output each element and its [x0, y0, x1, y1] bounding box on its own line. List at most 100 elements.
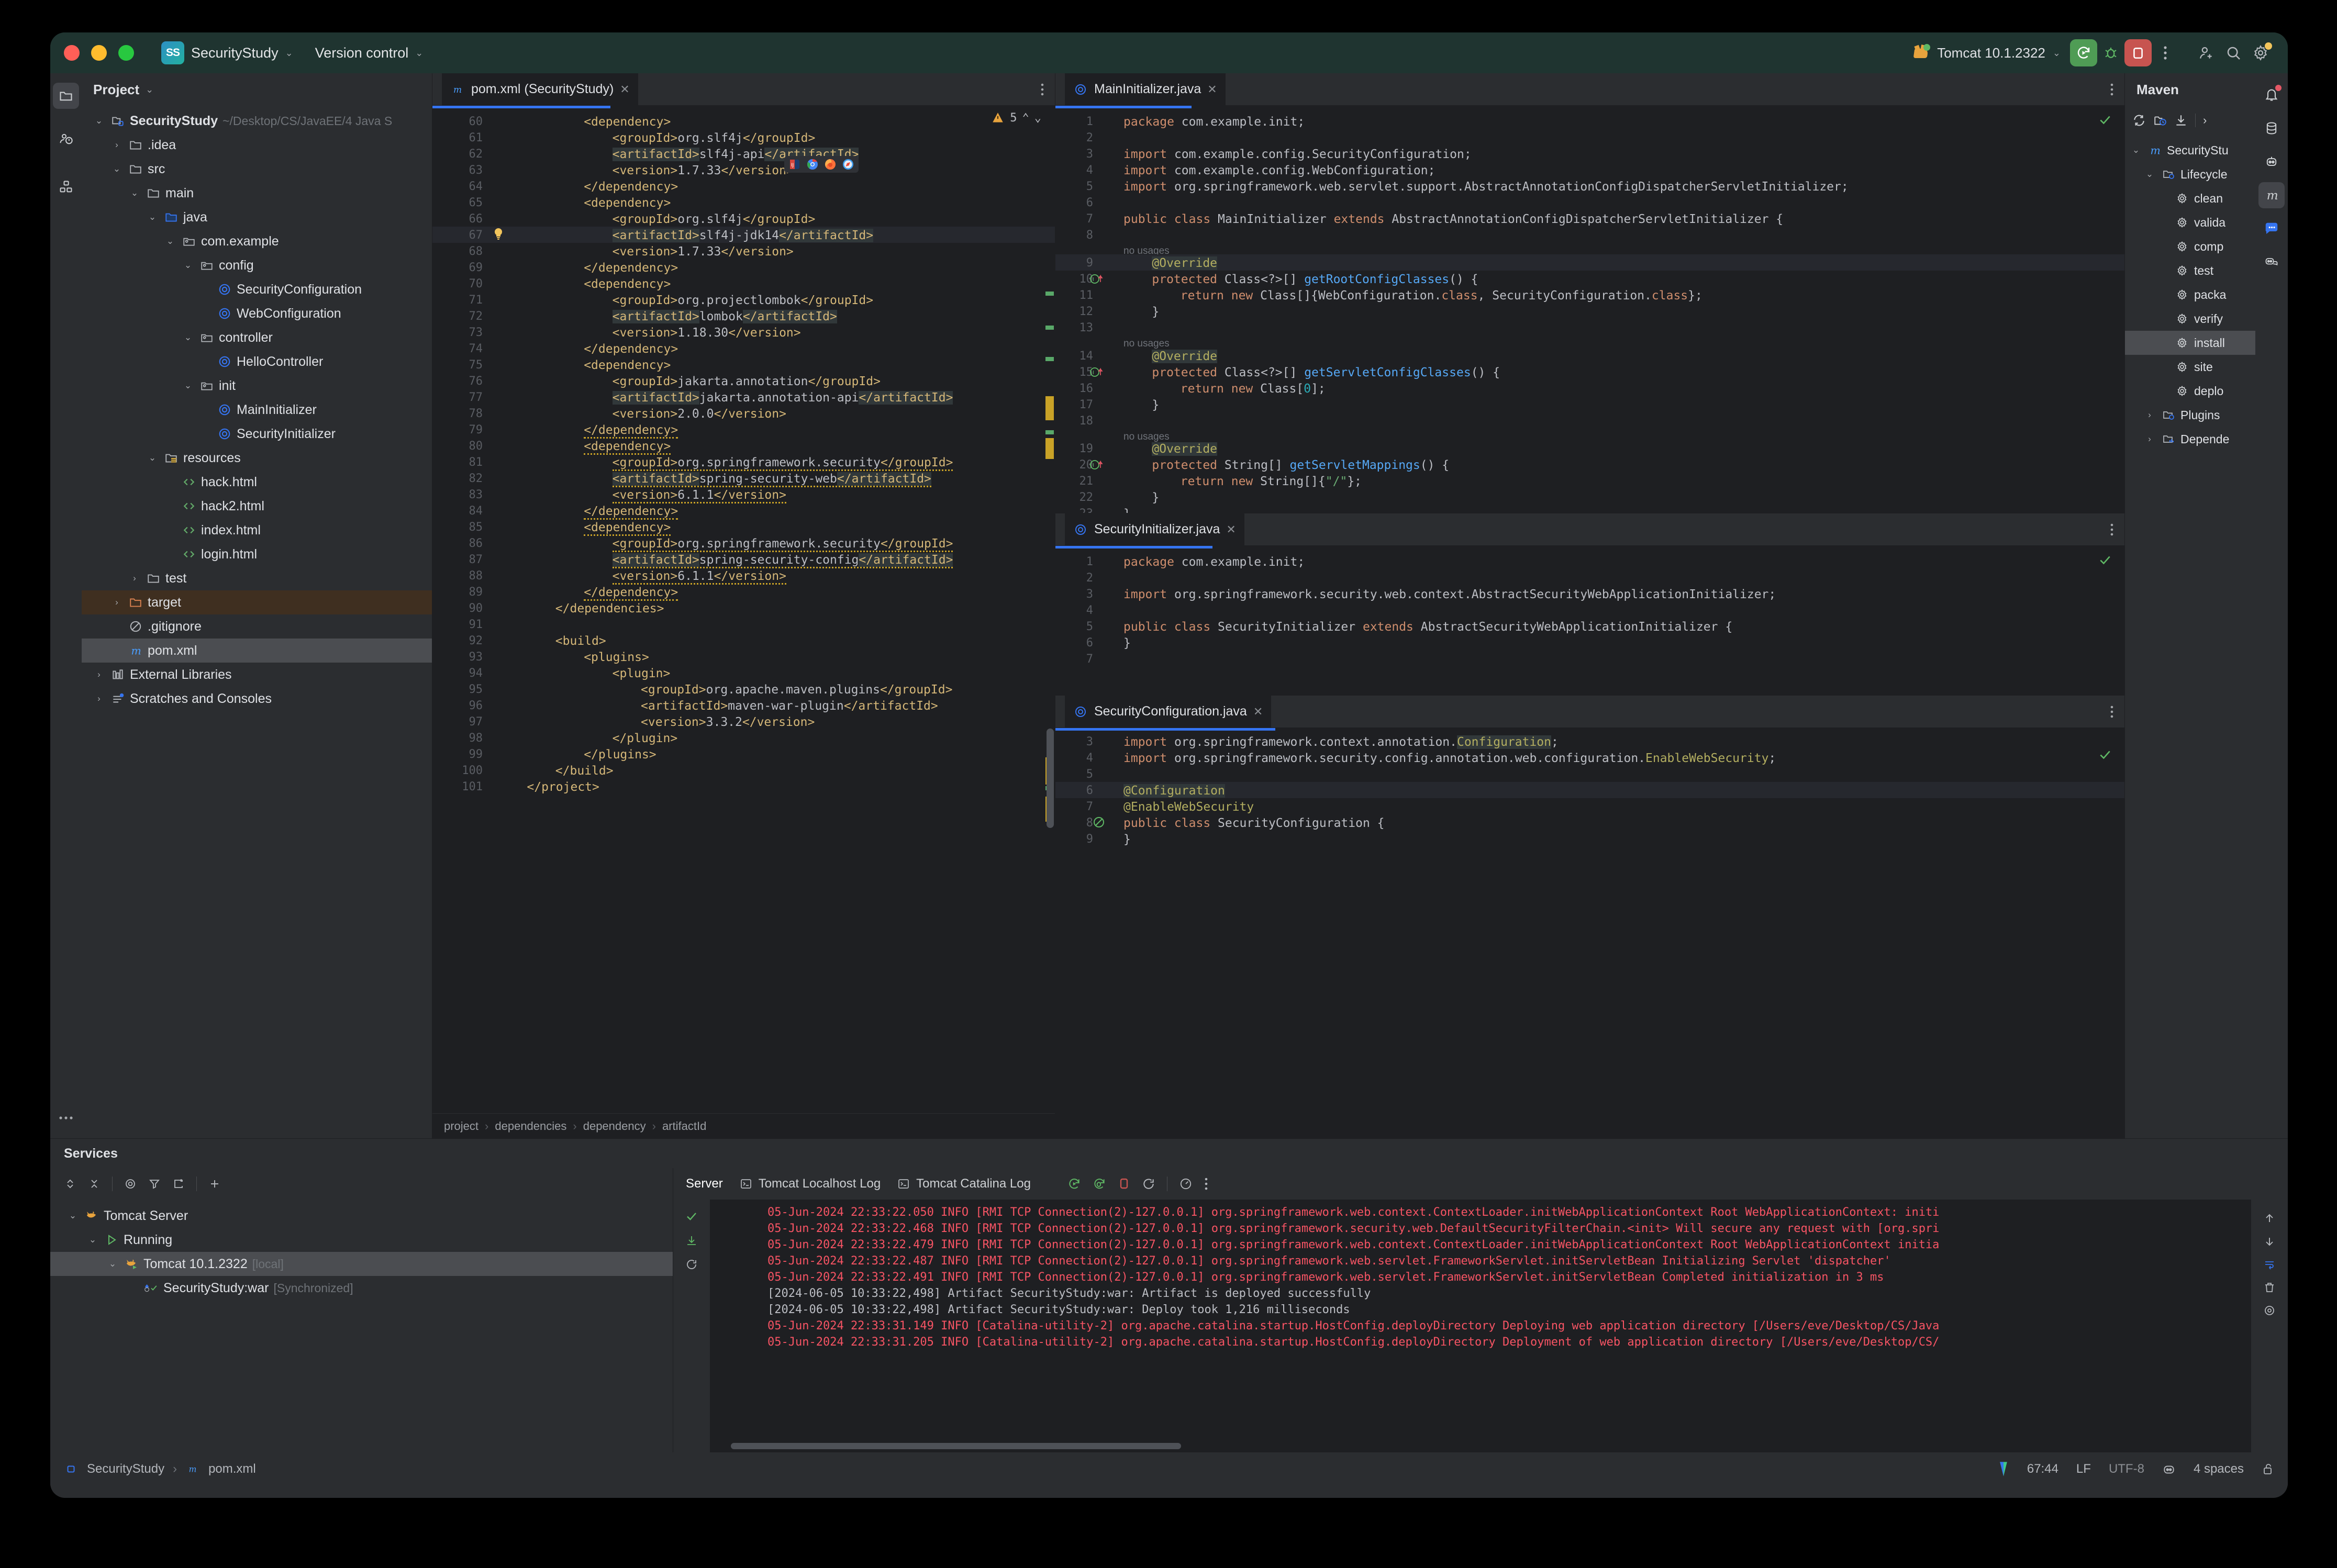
- run-configuration-selector[interactable]: Tomcat 10.1.2322 ⌄: [1913, 44, 2061, 61]
- scrollbar-marker[interactable]: [1045, 292, 1054, 296]
- code-line[interactable]: </dependency>: [584, 505, 678, 520]
- chevron-down-icon[interactable]: ⌄: [2129, 145, 2143, 155]
- tab-security-configuration[interactable]: SecurityConfiguration.java ✕: [1065, 695, 1272, 728]
- tree-item[interactable]: ⌄ main: [82, 181, 432, 205]
- reload-project-icon[interactable]: [2132, 114, 2146, 127]
- code-line[interactable]: <plugin>: [613, 667, 671, 680]
- file-encoding[interactable]: UTF-8: [2109, 1462, 2144, 1476]
- ai-assistant-icon[interactable]: [2258, 149, 2285, 175]
- security-initializer-code-editor[interactable]: 1 package com.example.init; 2 3 import org.s…: [1055, 546, 2124, 695]
- tree-item[interactable]: › Scratches and Consoles: [82, 687, 432, 711]
- chevron-down-icon[interactable]: ⌄: [66, 1211, 80, 1221]
- scroll-down-icon[interactable]: [2263, 1235, 2276, 1248]
- tree-item[interactable]: SecurityConfiguration: [82, 277, 432, 301]
- chat-bubble-icon[interactable]: [2258, 216, 2285, 242]
- code-line[interactable]: protected Class<?>[] getRootConfigClasse…: [1152, 273, 1478, 286]
- close-icon[interactable]: ✕: [1207, 83, 1217, 96]
- breadcrumb[interactable]: project › dependencies › dependency › artifact…: [432, 1113, 1055, 1138]
- chevron-down-icon[interactable]: ⌄: [92, 116, 106, 126]
- code-line[interactable]: </dependency>: [584, 261, 678, 275]
- services-tree[interactable]: ⌄ Tomcat Server ⌄ Running ⌄ Tomcat 10.1.2322 […: [50, 1200, 673, 1452]
- add-service-icon[interactable]: [208, 1178, 221, 1190]
- tree-item[interactable]: hack.html: [82, 470, 432, 494]
- code-line[interactable]: <groupId>org.slf4j</groupId>: [613, 131, 816, 145]
- more-actions-button[interactable]: [2152, 39, 2179, 66]
- tab-pom-xml[interactable]: m pom.xml (SecurityStudy) ✕: [442, 73, 638, 106]
- search-icon[interactable]: [2220, 39, 2247, 66]
- tree-item[interactable]: ⌄ init: [82, 374, 432, 398]
- pom-code-editor[interactable]: 5 ⌃ ⌄ 60 <dependency> 61 <groupId>org.slf4j…: [432, 106, 1055, 1113]
- code-line[interactable]: import org.springframework.security.web.…: [1123, 588, 1776, 601]
- code-line[interactable]: @Override: [1152, 442, 1218, 456]
- console-more-icon[interactable]: [1204, 1177, 1208, 1191]
- code-line[interactable]: <plugins>: [584, 651, 649, 664]
- project-selector[interactable]: SS SecurityStudy ⌄: [155, 38, 299, 68]
- code-line[interactable]: <groupId>org.springframework.security</g…: [612, 456, 953, 471]
- code-line[interactable]: <version>2.0.0</version>: [613, 407, 786, 421]
- project-file-tree[interactable]: ⌄ SecurityStudy ~/Desktop/CS/JavaEE/4 Java…: [82, 106, 432, 1138]
- code-line[interactable]: <version>6.1.1</version>: [612, 569, 786, 585]
- code-line[interactable]: <dependency>: [584, 196, 671, 210]
- tab-main-initializer[interactable]: MainInitializer.java ✕: [1065, 73, 1226, 106]
- maximize-window-button[interactable]: [118, 45, 134, 61]
- breadcrumb-segment[interactable]: artifactId: [662, 1119, 706, 1133]
- rail-maven-button[interactable]: m: [2258, 182, 2285, 208]
- spring-bean-gutter-icon[interactable]: [1092, 815, 1106, 829]
- editor-options-icon[interactable]: [2110, 705, 2114, 719]
- database-icon[interactable]: [2258, 115, 2285, 141]
- tree-item-selected[interactable]: m pom.xml: [82, 639, 432, 663]
- tree-item[interactable]: ⌄ SecurityStudy ~/Desktop/CS/JavaEE/4 Java…: [82, 109, 432, 133]
- console-tab[interactable]: Tomcat Catalina Log: [896, 1177, 1031, 1191]
- settings-gear-icon[interactable]: [2247, 39, 2274, 66]
- vcs-branch-icon[interactable]: [1998, 1461, 2009, 1477]
- override-gutter-icon[interactable]: I: [1089, 272, 1107, 285]
- new-tab-icon[interactable]: [172, 1178, 185, 1190]
- tree-item[interactable]: ⌄ Tomcat Server: [50, 1204, 673, 1228]
- tree-item[interactable]: ⌄ Lifecycle: [2125, 162, 2255, 186]
- tree-item[interactable]: ⌄ src: [82, 157, 432, 181]
- chevron-down-icon[interactable]: ⌄: [146, 453, 159, 463]
- code-line[interactable]: import com.example.config.SecurityConfig…: [1123, 148, 1472, 161]
- next-problem-icon[interactable]: ⌄: [1034, 111, 1041, 125]
- tree-item[interactable]: verify: [2125, 307, 2255, 331]
- ai-chat-icon[interactable]: [2258, 249, 2285, 275]
- code-line[interactable]: }: [1152, 398, 1159, 412]
- code-line[interactable]: <version>1.7.33</version>: [613, 245, 794, 259]
- maven-goal-tree[interactable]: ⌄ m SecurityStu ⌄ Lifecycle clean valida comp te…: [2125, 135, 2255, 1138]
- chevron-down-icon[interactable]: ⌄: [2143, 169, 2156, 180]
- code-line[interactable]: <groupId>jakarta.annotation</groupId>: [613, 375, 881, 388]
- intellij-browser-icon[interactable]: IJ: [789, 159, 800, 170]
- filter-icon[interactable]: [148, 1178, 161, 1190]
- tree-item-selected[interactable]: › target: [82, 590, 432, 614]
- tree-item[interactable]: WebConfiguration: [82, 301, 432, 326]
- lock-icon[interactable]: [2262, 1462, 2274, 1476]
- code-line[interactable]: <artifactId>spring-security-web</artifac…: [612, 472, 931, 487]
- close-icon[interactable]: ✕: [1253, 705, 1263, 719]
- inlay-usages-hint[interactable]: no usages: [1123, 431, 1170, 443]
- code-line[interactable]: </build>: [555, 764, 614, 778]
- tree-item[interactable]: site: [2125, 355, 2255, 379]
- scroll-up-icon[interactable]: [2263, 1212, 2276, 1225]
- version-control-menu[interactable]: Version control ⌄: [309, 42, 430, 64]
- console-tab-bar[interactable]: Server Tomcat Localhost Log Tomcat Catalin…: [673, 1168, 2288, 1200]
- inlay-usages-hint[interactable]: no usages: [1123, 338, 1170, 350]
- rerun-console-icon[interactable]: [1067, 1177, 1081, 1191]
- code-line[interactable]: protected String[] getServletMappings() …: [1152, 458, 1449, 472]
- chevron-right-icon[interactable]: ›: [110, 140, 124, 150]
- console-tab[interactable]: Tomcat Localhost Log: [739, 1177, 881, 1191]
- code-line[interactable]: <artifactId>jakarta.annotation-api</arti…: [612, 391, 953, 405]
- console-settings-icon[interactable]: [2263, 1304, 2276, 1317]
- editor-options-icon[interactable]: [2110, 523, 2114, 536]
- tree-item[interactable]: ⌄ resources: [82, 446, 432, 470]
- code-line[interactable]: <groupId>org.apache.maven.plugins</group…: [641, 683, 952, 697]
- close-icon[interactable]: ✕: [620, 83, 629, 96]
- tree-item[interactable]: hack2.html: [82, 494, 432, 518]
- restart-icon[interactable]: [685, 1258, 698, 1271]
- tree-item[interactable]: valida: [2125, 210, 2255, 234]
- tab-security-initializer[interactable]: SecurityInitializer.java ✕: [1065, 513, 1244, 546]
- close-window-button[interactable]: [64, 45, 80, 61]
- services-settings-icon[interactable]: [124, 1178, 137, 1190]
- safari-icon[interactable]: [842, 159, 854, 170]
- code-line[interactable]: }: [1123, 833, 1131, 846]
- line-separator[interactable]: LF: [2076, 1462, 2091, 1476]
